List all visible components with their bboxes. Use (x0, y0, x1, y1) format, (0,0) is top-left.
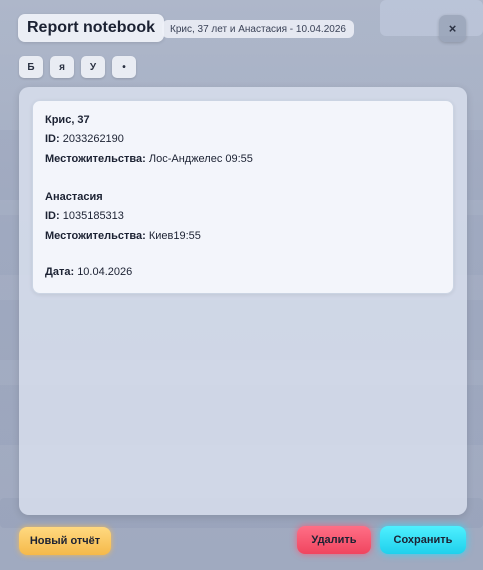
dialog-subtitle: Крис, 37 лет и Анастасия - 10.04.2026 (162, 20, 354, 38)
new-report-button[interactable]: Новый отчёт (19, 527, 111, 555)
report-date: 10.04.2026 (77, 266, 133, 278)
report-editor[interactable]: Крис, 37 ID: 2033262190 Местожительства:… (19, 87, 467, 515)
italic-button[interactable]: я (50, 56, 74, 78)
person1-location-label: Местожительства: (45, 153, 146, 165)
underline-button[interactable]: У (81, 56, 105, 78)
format-toolbar: Б я У • (19, 56, 136, 78)
close-button[interactable]: × (439, 15, 466, 42)
person1-location-row: Местожительства: Лос-Анджелес 09:55 (45, 153, 253, 165)
person1-id-row: ID: 2033262190 (45, 133, 124, 145)
bullet-button[interactable]: • (112, 56, 136, 78)
report-card: Крис, 37 ID: 2033262190 Местожительства:… (32, 100, 454, 294)
person2-location-label: Местожительства: (45, 230, 146, 242)
person1-name: Крис, 37 (45, 114, 90, 126)
person2-location: Киев19:55 (148, 230, 201, 242)
person2-id-label: ID: (45, 210, 60, 222)
person2-location-row: Местожительства: Киев19:55 (45, 230, 201, 242)
person1-id: 2033262190 (62, 133, 124, 145)
date-label: Дата: (45, 266, 75, 278)
person2-id-row: ID: 1035185313 (45, 210, 124, 222)
dialog-title: Report notebook (18, 14, 164, 42)
person1-location: Лос-Анджелес 09:55 (148, 153, 253, 165)
date-row: Дата: 10.04.2026 (45, 266, 132, 278)
person1-id-label: ID: (45, 133, 60, 145)
close-icon: × (448, 21, 457, 36)
save-button[interactable]: Сохранить (380, 526, 466, 554)
report-notebook-dialog: Report notebook Крис, 37 лет и Анастасия… (0, 0, 483, 570)
bold-button[interactable]: Б (19, 56, 43, 78)
delete-button[interactable]: Удалить (297, 526, 371, 554)
person2-id: 1035185313 (62, 210, 124, 222)
person2-name: Анастасия (45, 191, 103, 203)
